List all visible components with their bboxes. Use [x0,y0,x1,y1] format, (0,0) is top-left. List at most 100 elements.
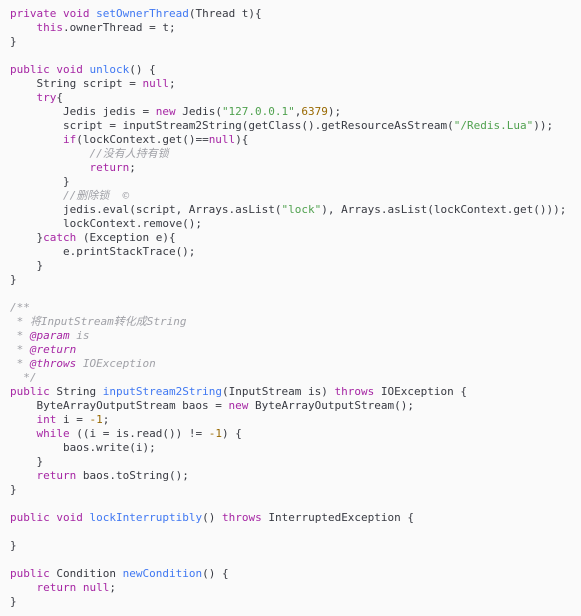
code-line: while ((i = is.read()) != -1) { [10,427,566,441]
keyword: public [10,63,50,76]
doc-tag: @return [29,343,77,356]
code-text: ((i = is.read()) != [69,427,209,440]
code-text: ; [102,413,110,426]
code-text: baos.write(i); [10,441,156,454]
code-text: () { [129,63,156,76]
keyword: private [10,7,57,20]
code-text: } [10,175,70,188]
code-text: } [10,231,44,244]
code-text: } [10,539,17,552]
code-text: ); [327,105,342,118]
code-text: String script = [10,77,143,90]
code-text: baos.toString(); [76,469,189,482]
code-line: * 将InputStream转化成String [10,315,566,329]
comment: * [10,357,30,370]
keyword: throws [221,511,262,524]
code-line: //删除锁 © [10,189,566,203]
function-name: newCondition [122,567,203,580]
code-line: } [10,483,566,497]
code-line: public String inputStream2String(InputSt… [10,385,566,399]
code-text: InterruptedException { [261,511,415,524]
function-name: setOwnerThread [96,7,189,20]
code-line: public void lockInterruptibly() throws I… [10,511,566,525]
code-line: this.ownerThread = t; [10,21,566,35]
code-line: //没有人持有锁 [10,147,566,161]
code-text: )); [533,119,554,132]
code-line: try{ [10,91,566,105]
code-line: String script = null; [10,77,566,91]
code-line: return; [10,161,566,175]
keyword: void [62,7,90,20]
code-line: return baos.toString(); [10,469,566,483]
comment: * [10,343,30,356]
comment: IOException [76,357,156,370]
code-line: baos.write(i); [10,441,566,455]
string-literal: "lock" [281,203,322,216]
code-line: private void setOwnerThread(Thread t){ [10,7,566,21]
number-literal: 6379 [301,105,328,118]
code-line: /** [10,301,566,315]
comment: /** [10,301,30,314]
code-text: } [10,35,17,48]
code-text: () { [202,567,229,580]
keyword: while [36,427,70,440]
keyword: throws [334,385,375,398]
keyword: void [56,511,83,524]
code-text: () [202,511,222,524]
code-line: } [10,539,566,553]
code-text: (lockContext.get()== [76,133,209,146]
code-text: Condition [49,567,123,580]
function-name: lockInterruptibly [89,511,203,524]
code-line: * @return [10,343,566,357]
code-text: (Thread t){ [188,7,262,20]
code-block: private void setOwnerThread(Thread t){ t… [10,7,566,609]
keyword: int [36,413,57,426]
comment: * [10,329,30,342]
code-line: } [10,595,566,609]
code-text: ; [129,161,136,174]
code-line: jedis.eval(script, Arrays.asList("lock")… [10,203,566,217]
code-text: Jedis jedis = [10,105,156,118]
code-text: } [10,273,17,286]
code-text: (Exception e){ [76,231,176,244]
keyword: null [142,77,169,90]
code-line: public void unlock() { [10,63,566,77]
code-text: } [10,455,44,468]
comment: //删除锁 © [62,189,130,202]
code-text: script = inputStream2String(getClass().g… [10,119,454,132]
keyword: return [36,581,77,594]
code-line: } [10,259,566,273]
number-literal: -1 [89,413,103,426]
code-text: (InputStream is) [221,385,335,398]
keyword: new [228,399,249,412]
keyword: if [62,133,77,146]
code-line: * @throws IOException [10,357,566,371]
code-text: lockContext.remove(); [10,217,203,230]
code-text: IOException { [374,385,468,398]
string-literal: "127.0.0.1" [221,105,295,118]
code-text: ), Arrays.asList(lockContext.get())); [321,203,567,216]
code-text: } [10,259,44,272]
code-line: public Condition newCondition() { [10,567,566,581]
code-line: } [10,273,566,287]
keyword: return [36,469,77,482]
string-literal: "/Redis.Lua" [453,119,534,132]
code-line: */ [10,371,566,385]
code-text: ByteArrayOutputStream baos = [10,399,229,412]
code-text: { [56,91,63,104]
code-line: if(lockContext.get()==null){ [10,133,566,147]
function-name: unlock [89,63,130,76]
comment: */ [10,371,37,384]
code-text: } [10,483,17,496]
